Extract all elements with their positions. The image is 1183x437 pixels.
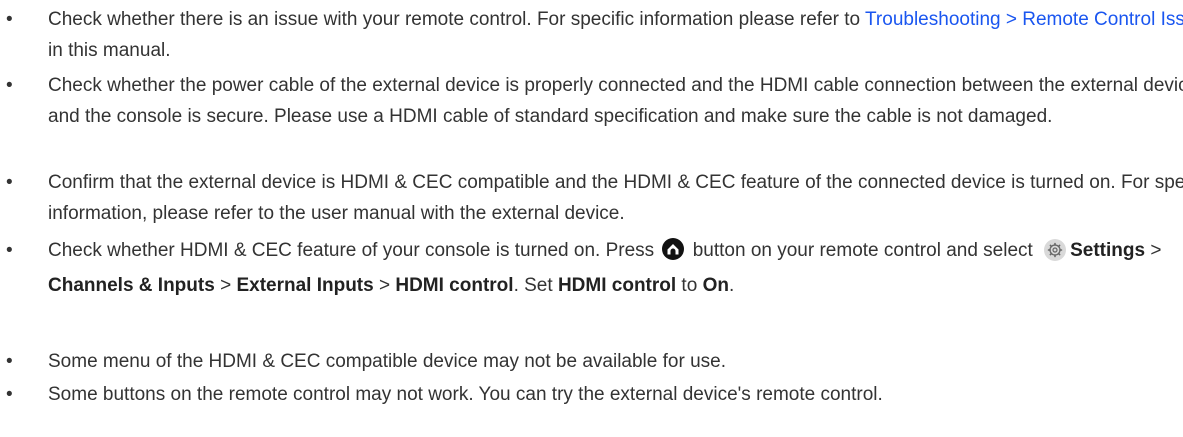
item-text: . bbox=[728, 275, 735, 296]
hdmi-control-label: HDMI control bbox=[395, 275, 514, 296]
bullet: • bbox=[6, 240, 13, 261]
on-value-label: On bbox=[702, 275, 729, 296]
home-icon bbox=[662, 237, 685, 260]
manual-page: • Check whether there is an issue with y… bbox=[0, 0, 1183, 437]
external-inputs-label: External Inputs bbox=[236, 275, 374, 296]
bullet: • bbox=[6, 351, 13, 372]
troubleshooting-remote-link[interactable]: Troubleshooting > Remote Control Issues bbox=[865, 9, 1183, 30]
item-text: button on your remote control and select bbox=[687, 240, 1039, 261]
bullet: • bbox=[6, 9, 13, 30]
item-text: in this manual. bbox=[48, 40, 171, 61]
list-item: • Check whether HDMI & CEC feature of yo… bbox=[0, 233, 1183, 303]
separator: > bbox=[1145, 240, 1162, 261]
bullet: • bbox=[6, 75, 13, 96]
list-item: • Check whether there is an issue with y… bbox=[0, 4, 1183, 66]
hdmi-control-label: HDMI control bbox=[557, 275, 677, 296]
list-item: • Some buttons on the remote control may… bbox=[0, 379, 1183, 410]
gear-icon bbox=[1044, 238, 1067, 261]
list-item: • Check whether the power cable of the e… bbox=[0, 70, 1183, 132]
item-text: . Set bbox=[513, 275, 558, 296]
list-item: • Some menu of the HDMI & CEC compatible… bbox=[0, 346, 1183, 377]
item-text: to bbox=[676, 275, 703, 296]
separator: > bbox=[373, 275, 396, 296]
item-text: Check whether the power cable of the ext… bbox=[48, 75, 1183, 127]
list-item: • Confirm that the external device is HD… bbox=[0, 167, 1183, 229]
item-text: Check whether there is an issue with you… bbox=[48, 9, 866, 30]
item-text: Some menu of the HDMI & CEC compatible d… bbox=[48, 351, 726, 372]
item-text: Some buttons on the remote control may n… bbox=[48, 384, 883, 405]
separator: > bbox=[214, 275, 237, 296]
bullet: • bbox=[6, 172, 13, 193]
bullet: • bbox=[6, 384, 13, 405]
item-text: Confirm that the external device is HDMI… bbox=[48, 172, 1183, 224]
channels-inputs-label: Channels & Inputs bbox=[48, 275, 215, 296]
item-text: Check whether HDMI & CEC feature of your… bbox=[48, 240, 660, 261]
settings-menu-label: Settings bbox=[1070, 240, 1146, 261]
